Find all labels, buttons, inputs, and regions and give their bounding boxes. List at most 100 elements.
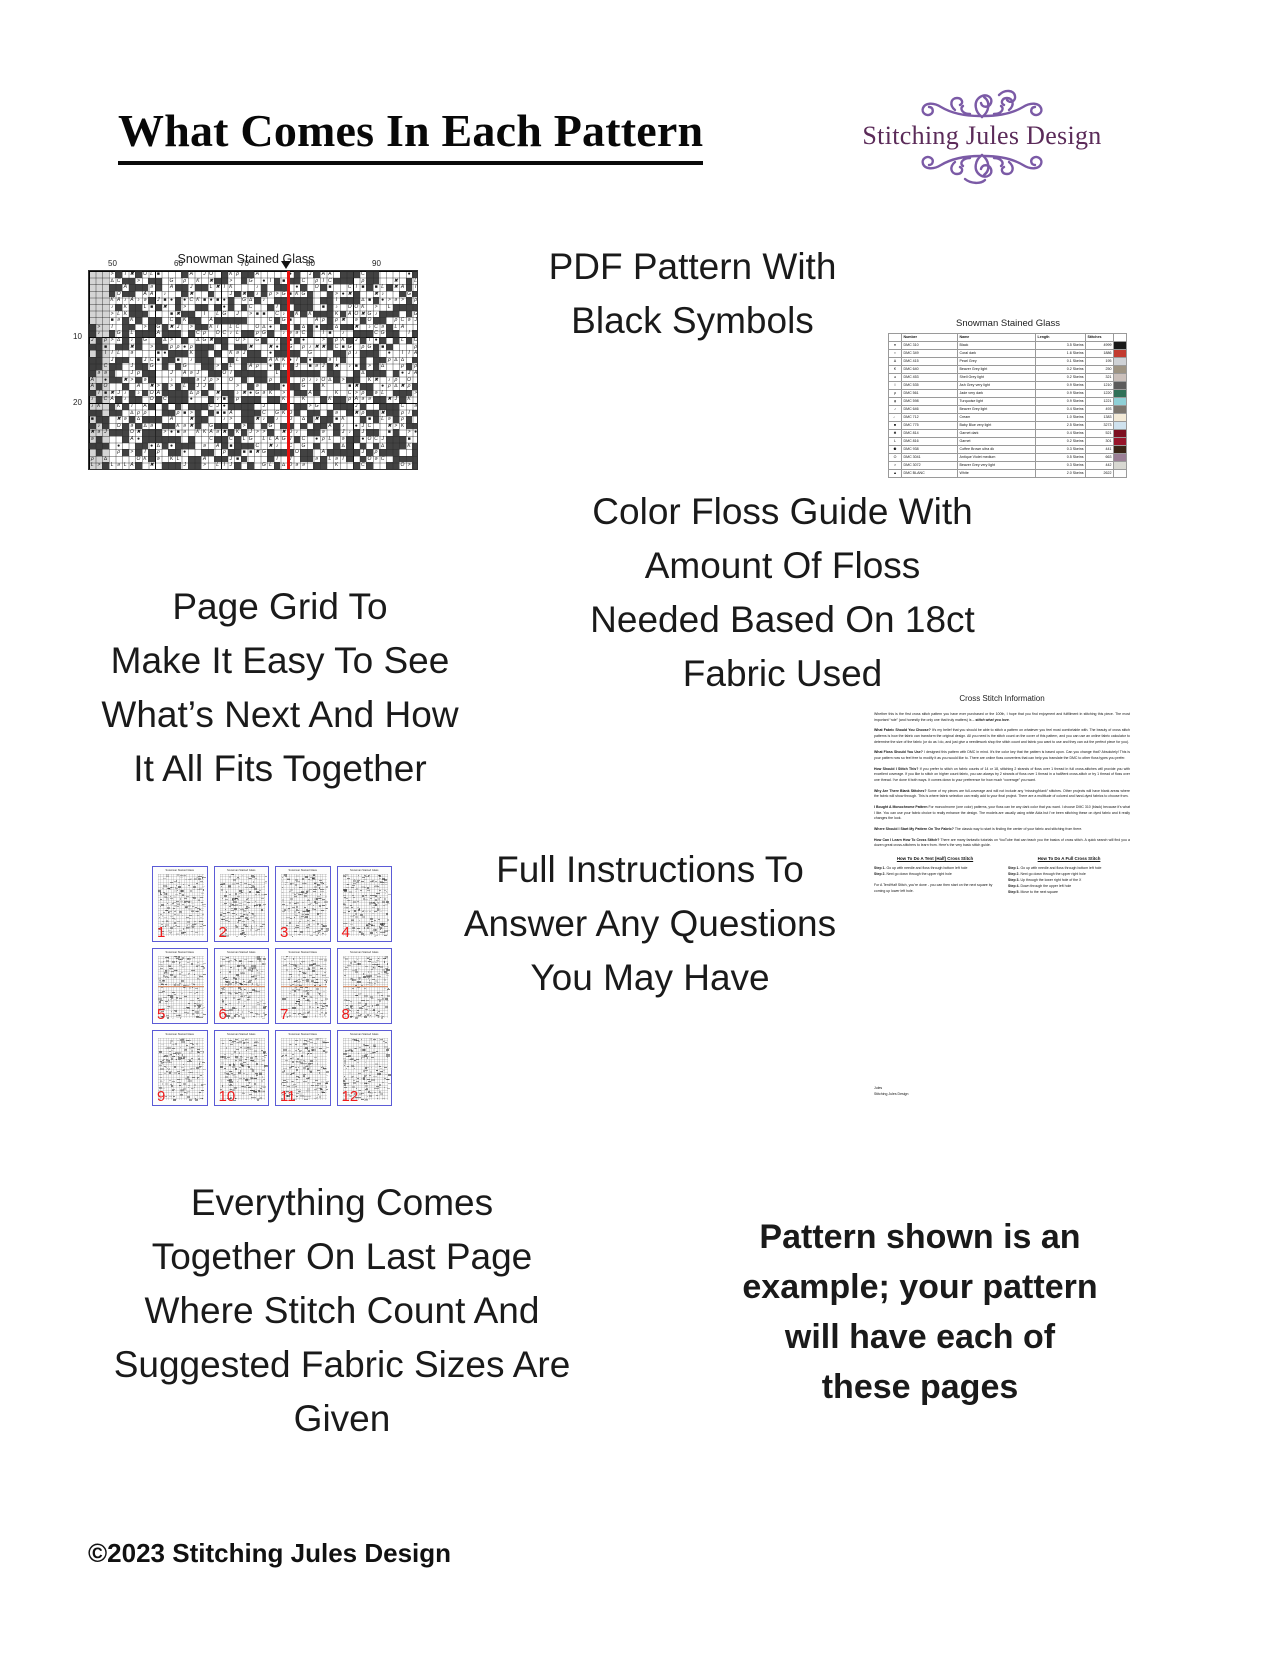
cell-length: 0.2 Skeins bbox=[1035, 437, 1086, 446]
thumbnail-number: 1 bbox=[157, 924, 166, 941]
cell-stitches: 663 bbox=[1085, 453, 1114, 462]
table-row: € DMC 640 Beaver Grey light 0.2 Skeins 250 bbox=[888, 365, 1127, 374]
cell-number: DMC BLANC bbox=[901, 469, 958, 478]
full-stitch-column: How To Do A Full Cross Stitch Step 1. Go… bbox=[1008, 856, 1130, 896]
table-row: > DMC 3072 Beaver Grey very light 0.3 Skein… bbox=[888, 461, 1127, 470]
thumbnail-title: Snowman Stained Glass bbox=[227, 1032, 256, 1036]
cell-stitches: 321 bbox=[1085, 373, 1114, 382]
thumbnail-center-line bbox=[219, 986, 265, 987]
cell-stitches: 442 bbox=[1085, 461, 1114, 470]
cell-swatch bbox=[1113, 445, 1127, 454]
chart-col-label: 50 bbox=[108, 259, 117, 268]
cell-name: Beaver Grey very light bbox=[957, 461, 1036, 470]
cell-name: Jade very dark bbox=[957, 389, 1036, 398]
cell-number: DMC 3072 bbox=[901, 461, 958, 470]
cell-stitches: 250 bbox=[1085, 365, 1114, 374]
table-row: O DMC 3041 Antique Violet medium 0.5 Skeins… bbox=[888, 453, 1127, 462]
brand-logo: Stitching Jules Design bbox=[846, 72, 1118, 200]
cell-stitches: 4999 bbox=[1085, 341, 1114, 350]
th-stitches: Stitches bbox=[1085, 333, 1114, 342]
chart-center-marker-icon bbox=[281, 261, 291, 269]
page-thumbnail[interactable]: Snowman Stained Glass 1 bbox=[152, 866, 208, 942]
cell-symbol: I bbox=[888, 381, 902, 390]
full-stitch-heading: How To Do A Full Cross Stitch bbox=[1037, 855, 1101, 861]
cell-name: Beaver Grey light bbox=[957, 405, 1036, 414]
cell-stitches: 301 bbox=[1085, 437, 1114, 446]
thumbnail-number: 5 bbox=[157, 1006, 166, 1023]
cell-swatch bbox=[1113, 469, 1127, 478]
cell-length: 1.6 Skeins bbox=[1035, 349, 1086, 358]
instructions-paragraph: I Bought A Monochrome Pattern For monoch… bbox=[874, 804, 1131, 821]
page-thumbnail[interactable]: Snowman Stained Glass 3 bbox=[275, 866, 331, 942]
cell-stitches: 195 bbox=[1085, 357, 1114, 366]
thumbnail-number: 10 bbox=[218, 1088, 236, 1105]
page-thumbnail[interactable]: Snowman Stained Glass 9 bbox=[152, 1030, 208, 1106]
caption-last-page: Everything Comes Together On Last Page Whe… bbox=[113, 1182, 571, 1439]
cell-symbol: ♩ bbox=[888, 413, 902, 422]
floss-table-body: ● DMC 310 Black 3.5 Skeins 4999 ▪ DMC 349 Coral… bbox=[888, 341, 1127, 478]
cell-length: 0.9 Skeins bbox=[1035, 397, 1086, 406]
table-row: φ DMC 598 Turquoise light 0.9 Skeins 1221 bbox=[888, 397, 1127, 406]
cell-number: DMC 938 bbox=[901, 445, 958, 454]
cell-swatch bbox=[1113, 341, 1127, 350]
table-row: ♪ DMC 646 Beaver Grey light 0.4 Skeins 493 bbox=[888, 405, 1127, 414]
cell-number: DMC 640 bbox=[901, 365, 958, 374]
cell-symbol: ∆ bbox=[888, 357, 902, 366]
thumbnail-number: 6 bbox=[218, 1006, 227, 1023]
cell-symbol: ▲ bbox=[888, 469, 902, 478]
cell-stitches: 1886 bbox=[1085, 349, 1114, 358]
cell-length: 1.0 Skeins bbox=[1035, 413, 1086, 422]
page-thumbnail[interactable]: Snowman Stained Glass 8 bbox=[336, 948, 392, 1024]
cell-swatch bbox=[1113, 349, 1127, 358]
cell-symbol: € bbox=[888, 365, 902, 374]
instructions-paragraph: How Should I Stitch This? If you prefer … bbox=[874, 766, 1130, 782]
thumbnail-number: 12 bbox=[341, 1088, 359, 1105]
instructions-paragraph: Where Should I Start My Pattern On The F… bbox=[874, 826, 1083, 831]
stitch-step: Step 2. Next go down through the upper r… bbox=[874, 871, 952, 876]
page-thumbnail[interactable]: Snowman Stained Glass 11 bbox=[275, 1030, 331, 1106]
thumbnail-center-line bbox=[281, 986, 327, 987]
table-row: ρ DMC 561 Jade very dark 0.9 Skeins 1220 bbox=[888, 389, 1127, 398]
page-thumbnail[interactable]: Snowman Stained Glass 4 bbox=[336, 866, 392, 942]
floss-table: Number Name Length Stitches ● DMC 310 Blac… bbox=[888, 333, 1127, 478]
table-row: ▲ DMC BLANC White 2.0 Skeins 2622 bbox=[888, 469, 1127, 478]
chart-col-label: 80 bbox=[306, 259, 315, 268]
thumbnail-number: 11 bbox=[280, 1088, 296, 1105]
cell-stitches: 493 bbox=[1085, 405, 1114, 414]
cell-swatch bbox=[1113, 381, 1127, 390]
instructions-paragraph: What Floss Should You Use? I designed th… bbox=[874, 750, 1130, 760]
cell-name: Ash Grey very light bbox=[957, 381, 1036, 390]
thumbnail-title: Snowman Stained Glass bbox=[288, 1032, 317, 1036]
table-row: ⚈ DMC 938 Coffee Brown ultra dk 0.3 Skeins 4… bbox=[888, 445, 1127, 454]
cell-symbol: O bbox=[888, 453, 902, 462]
page-thumbnail[interactable]: Snowman Stained Glass 6 bbox=[213, 948, 269, 1024]
cell-number: DMC 453 bbox=[901, 373, 958, 382]
cell-swatch bbox=[1113, 429, 1127, 438]
cell-stitches: 1210 bbox=[1085, 381, 1114, 390]
th-length: Length bbox=[1035, 333, 1086, 342]
cell-length: 0.2 Skeins bbox=[1035, 373, 1086, 382]
page-thumbnail[interactable]: Snowman Stained Glass 5 bbox=[152, 948, 208, 1024]
pattern-chart-figure: Snowman Stained Glass 50 60 70 80 90 10 … bbox=[64, 252, 428, 500]
cell-symbol: > bbox=[888, 461, 902, 470]
page-thumbnail[interactable]: Snowman Stained Glass 7 bbox=[275, 948, 331, 1024]
thumbnail-number: 8 bbox=[341, 1006, 350, 1023]
page-thumbnail[interactable]: Snowman Stained Glass 12 bbox=[336, 1030, 392, 1106]
thumbnail-number: 3 bbox=[280, 924, 289, 941]
table-row: L DMC 816 Garnet 0.2 Skeins 301 bbox=[888, 437, 1127, 446]
thumbnail-center-line bbox=[342, 986, 388, 987]
thumbnail-number: 4 bbox=[341, 924, 350, 941]
page-thumbnail[interactable]: Snowman Stained Glass 2 bbox=[213, 866, 269, 942]
cell-length: 2.0 Skeins bbox=[1035, 469, 1086, 478]
cell-symbol: ə bbox=[888, 373, 902, 382]
cell-symbol: ρ bbox=[888, 389, 902, 398]
caption-pdf-pattern: PDF Pattern With Black Symbols bbox=[548, 246, 837, 341]
cell-name: White bbox=[957, 469, 1036, 478]
page-thumbnail[interactable]: Snowman Stained Glass 10 bbox=[213, 1030, 269, 1106]
caption-disclaimer: Pattern shown is an example; your pattern… bbox=[742, 1218, 1098, 1406]
tent-stitch-note: For A Tent/Half Stitch, you’re done - yo… bbox=[874, 883, 993, 893]
cell-length: 0.4 Skeins bbox=[1035, 429, 1086, 438]
cell-swatch bbox=[1113, 357, 1127, 366]
cell-number: DMC 535 bbox=[901, 381, 958, 390]
th-symbol bbox=[888, 333, 902, 342]
